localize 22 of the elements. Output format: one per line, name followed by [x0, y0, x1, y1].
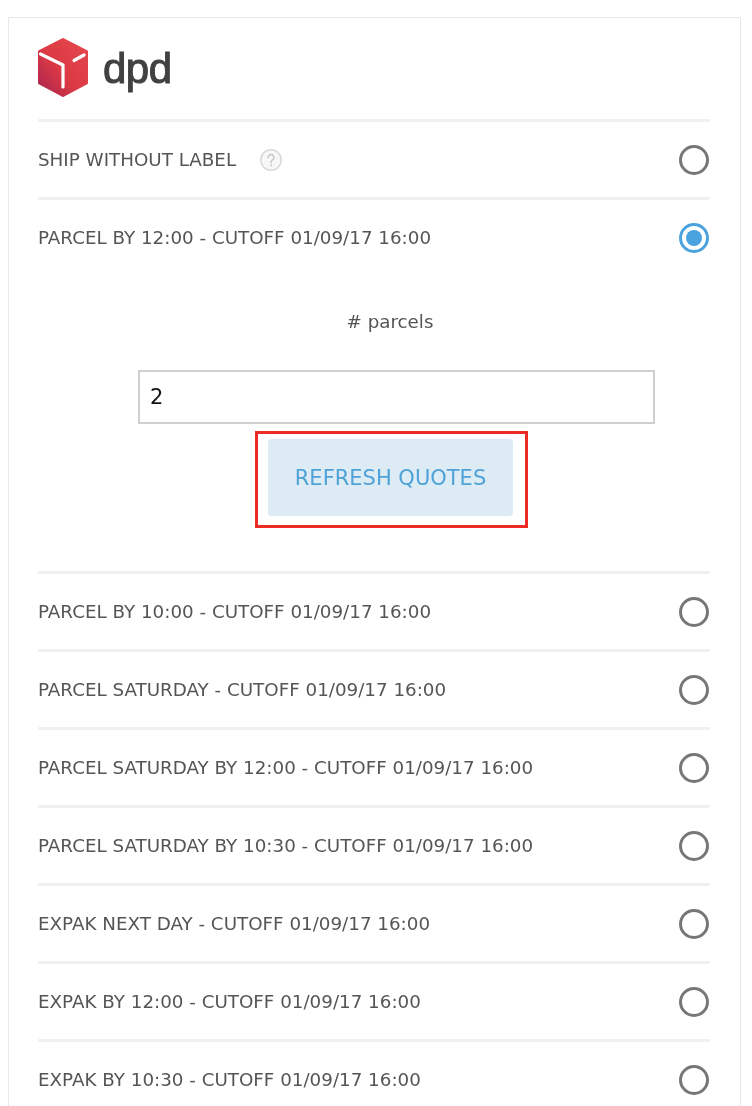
radio-button[interactable] — [679, 752, 709, 783]
parcels-input[interactable]: 2 — [138, 370, 655, 424]
radio-button[interactable] — [679, 596, 709, 627]
service-label: EXPAK BY 10:30 - CUTOFF 01/09/17 16:00 — [38, 1067, 421, 1092]
service-label: PARCEL SATURDAY BY 10:30 - CUTOFF 01/09/17 16:00 — [38, 833, 534, 858]
service-label: PARCEL SATURDAY BY 12:00 - CUTOFF 01/09/17 16:00 — [38, 755, 534, 780]
service-label: PARCEL SATURDAY - CUTOFF 01/09/17 16:00 — [38, 677, 447, 702]
radio-button[interactable] — [679, 1064, 709, 1095]
service-label: SHIP WITHOUT LABEL — [38, 147, 237, 172]
radio-button[interactable] — [679, 222, 709, 253]
logo-wordmark: dpd — [103, 47, 172, 90]
field-label: # parcels — [346, 310, 434, 334]
service-label: PARCEL BY 10:00 - CUTOFF 01/09/17 16:00 — [38, 599, 432, 624]
radio-button[interactable] — [679, 144, 709, 175]
radio-button[interactable] — [679, 986, 709, 1017]
radio-button[interactable] — [679, 830, 709, 861]
service-label: EXPAK BY 12:00 - CUTOFF 01/09/17 16:00 — [38, 989, 421, 1014]
radio-button[interactable] — [679, 908, 709, 939]
cube-logo-icon — [38, 38, 88, 97]
radio-button[interactable] — [679, 674, 709, 705]
service-label: PARCEL BY 12:00 - CUTOFF 01/09/17 16:00 — [38, 225, 432, 250]
service-label: EXPAK NEXT DAY - CUTOFF 01/09/17 16:00 — [38, 911, 430, 936]
